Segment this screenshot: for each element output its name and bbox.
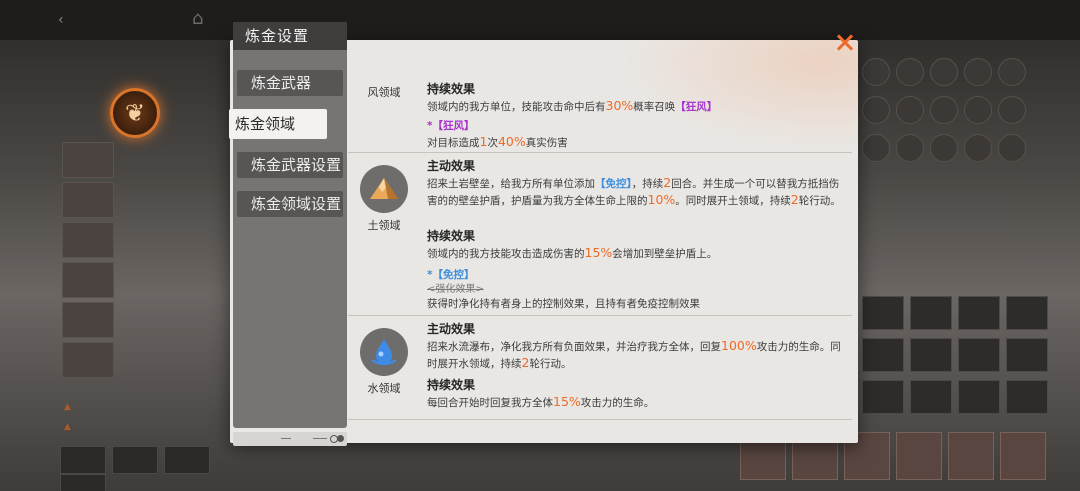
domain-row-wind: 风领域 持续效果 领域内的我方单位，技能攻击命中后有30%概率召唤【狂风】 *【… bbox=[348, 40, 852, 153]
sub-effect-title: *【免控】 bbox=[427, 269, 475, 281]
effect-title: 主动效果 bbox=[427, 322, 476, 336]
effect-block: 主动效果 招来水流瀑布，净化我方所有负面效果，并治疗我方全体，回复100%攻击力… bbox=[427, 320, 847, 372]
effect-description: 领域内的我方技能攻击造成伤害的15%会增加到壁垒护盾上。 bbox=[427, 245, 718, 260]
effect-title: 持续效果 bbox=[427, 229, 476, 243]
effect-description: 招来土岩壁垒，给我方所有单位添加【免控】，持续2回合。并生成一个可以替我方抵挡伤… bbox=[427, 175, 841, 207]
sub-effect-title: *【狂风】 bbox=[427, 120, 475, 132]
effect-title: 持续效果 bbox=[427, 378, 476, 392]
domain-name: 水领域 bbox=[367, 382, 401, 395]
nav-item-weapon-settings[interactable]: 炼金武器设置 bbox=[237, 152, 343, 178]
background-icon-grid bbox=[862, 58, 1062, 172]
water-drop-icon bbox=[360, 328, 408, 376]
background-back-button: ‹ bbox=[58, 12, 64, 28]
nav-item-domain-settings[interactable]: 炼金领域设置 bbox=[237, 191, 343, 217]
effect-title: 持续效果 bbox=[427, 82, 476, 96]
background-card-grid bbox=[862, 296, 1062, 422]
effect-description: 每回合开始时回复我方全体15%攻击力的生命。 bbox=[427, 394, 655, 409]
effect-description: 领域内的我方单位，技能攻击命中后有30%概率召唤【狂风】 bbox=[427, 98, 718, 113]
domain-row-water: 水领域 主动效果 招来水流瀑布，净化我方所有负面效果，并治疗我方全体，回复100… bbox=[348, 316, 852, 420]
struck-label: <强化效果> bbox=[427, 284, 484, 295]
background-notice: ▲ bbox=[64, 402, 71, 412]
domain-list: 风领域 持续效果 领域内的我方单位，技能攻击命中后有30%概率召唤【狂风】 *【… bbox=[348, 40, 852, 443]
background-portrait-list bbox=[62, 142, 172, 382]
effect-title: 主动效果 bbox=[427, 159, 476, 173]
mountain-icon bbox=[360, 165, 408, 213]
close-icon[interactable] bbox=[834, 31, 856, 53]
domain-name: 土领域 bbox=[367, 219, 401, 232]
background-home-icon: ⌂ bbox=[192, 8, 204, 29]
background-card-row bbox=[60, 446, 260, 491]
effect-block: 持续效果 每回合开始时回复我方全体15%攻击力的生命。 bbox=[427, 376, 847, 411]
effect-block: 主动效果 招来土岩壁垒，给我方所有单位添加【免控】，持续2回合。并生成一个可以替… bbox=[427, 157, 847, 209]
domain-name: 风领域 bbox=[367, 86, 401, 99]
nav-footer-slider[interactable] bbox=[233, 432, 347, 446]
sub-effect-description: 对目标造成1次40%真实伤害 bbox=[427, 134, 568, 149]
alchemy-nav: 炼金设置 炼金武器 炼金领域 炼金武器设置 炼金领域设置 bbox=[229, 22, 347, 472]
nav-title: 炼金设置 bbox=[233, 22, 347, 50]
nav-item-alchemy-domain[interactable]: 炼金领域 bbox=[229, 109, 327, 139]
sub-effect-description: 获得时净化持有者身上的控制效果，且持有者免疫控制效果 bbox=[427, 298, 700, 310]
tree-emblem-icon: ❦ bbox=[110, 88, 160, 138]
background-notice: ▲ bbox=[64, 422, 71, 432]
effect-block: 持续效果 领域内的我方单位，技能攻击命中后有30%概率召唤【狂风】 *【狂风】 … bbox=[427, 80, 847, 151]
nav-item-alchemy-weapon[interactable]: 炼金武器 bbox=[237, 70, 343, 96]
domain-row-earth: 土领域 主动效果 招来土岩壁垒，给我方所有单位添加【免控】，持续2回合。并生成一… bbox=[348, 153, 852, 316]
effect-block: 持续效果 领域内的我方技能攻击造成伤害的15%会增加到壁垒护盾上。 *【免控】 … bbox=[427, 227, 847, 312]
effect-description: 招来水流瀑布，净化我方所有负面效果，并治疗我方全体，回复100%攻击力的生命。同… bbox=[427, 338, 841, 370]
